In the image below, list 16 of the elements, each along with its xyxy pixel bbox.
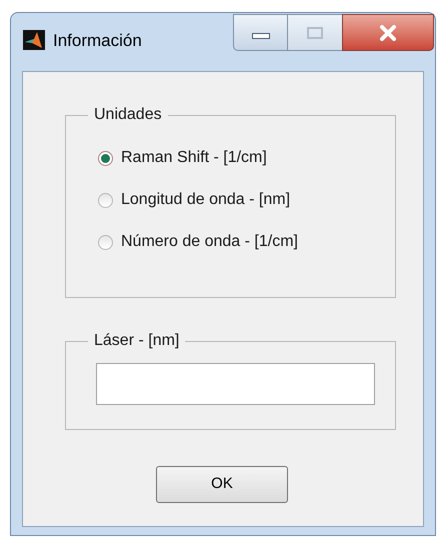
close-button[interactable] <box>342 14 434 51</box>
laser-input-field[interactable] <box>96 363 375 405</box>
radio-button[interactable] <box>98 192 113 208</box>
group-title: Láser - [nm] <box>88 331 186 351</box>
window-title: Información <box>53 30 142 52</box>
radio-button[interactable] <box>98 150 113 166</box>
close-icon <box>379 24 397 40</box>
radio-label[interactable]: Longitud de onda - [nm] <box>121 188 290 212</box>
minimize-button[interactable] <box>233 14 288 51</box>
app-icon <box>23 30 45 50</box>
ok-button[interactable]: OK <box>156 466 288 503</box>
radio-label[interactable]: Número de onda - [1/cm] <box>121 230 298 254</box>
maximize-icon <box>307 26 323 38</box>
radio-button[interactable] <box>98 234 113 250</box>
minimize-icon <box>252 32 270 38</box>
radio-label[interactable]: Raman Shift - [1/cm] <box>121 146 267 170</box>
